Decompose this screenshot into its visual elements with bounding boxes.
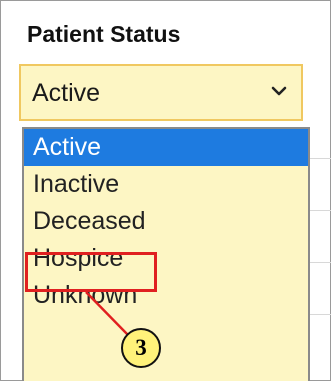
step-number-badge: 3 xyxy=(121,328,161,368)
callout-leader-line xyxy=(85,291,130,337)
